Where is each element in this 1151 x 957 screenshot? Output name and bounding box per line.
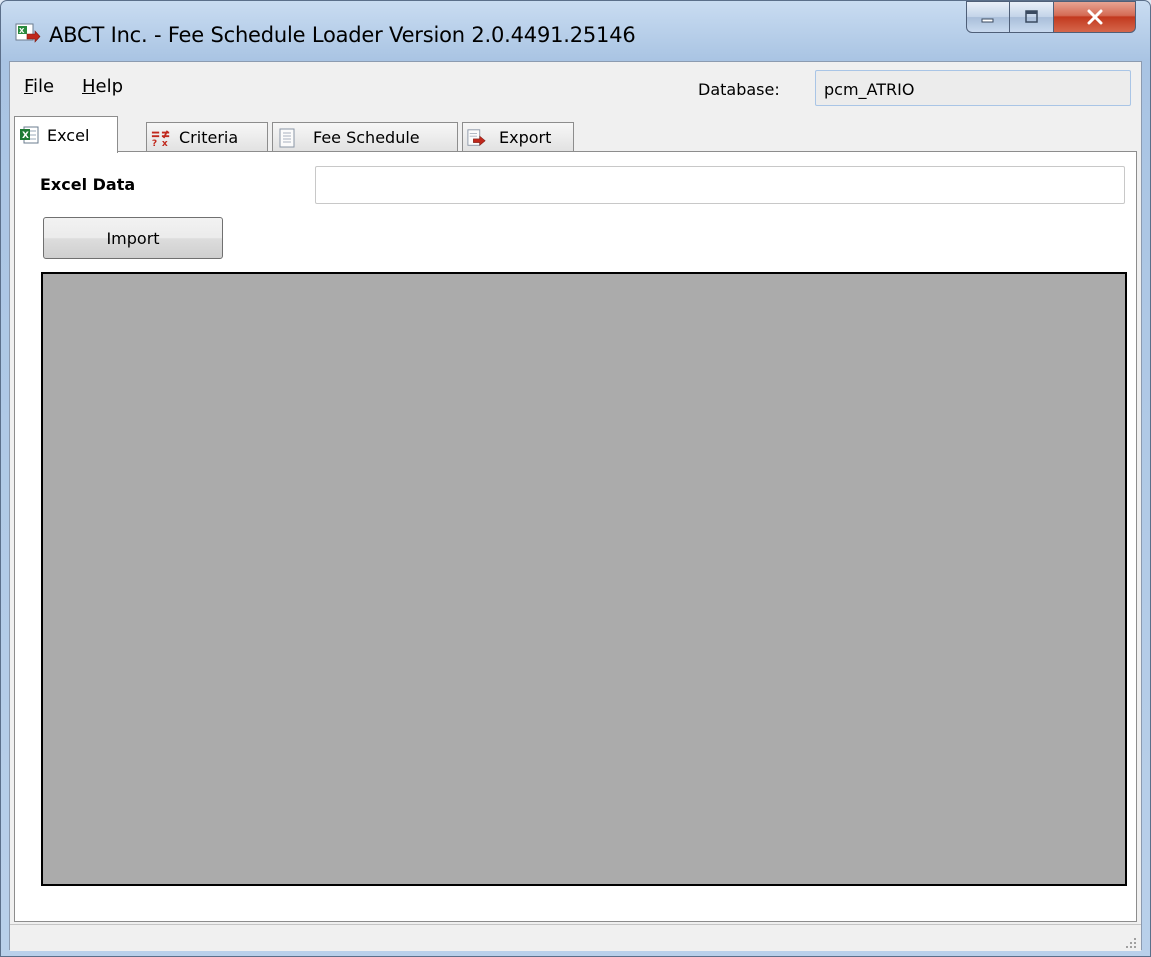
import-button[interactable]: Import <box>43 217 223 259</box>
tab-export-label: Export <box>499 128 552 147</box>
criteria-icon: ? x <box>151 128 171 148</box>
tab-criteria-label: Criteria <box>179 128 239 147</box>
app-window: X ABCT Inc. - Fee Schedule Loader Versio… <box>0 0 1151 957</box>
menu-bar: File Help Database: pcm_ATRIO <box>10 62 1141 108</box>
menu-file-label: ile <box>33 76 55 97</box>
excel-icon: X <box>19 125 39 145</box>
menu-help-accel: H <box>82 76 96 97</box>
status-bar <box>10 924 1141 951</box>
title-bar[interactable]: X ABCT Inc. - Fee Schedule Loader Versio… <box>1 1 1150 61</box>
tab-excel[interactable]: X Excel <box>14 116 118 153</box>
app-icon[interactable]: X <box>15 22 41 44</box>
minimize-button[interactable] <box>966 1 1010 33</box>
menu-help-label: elp <box>95 76 124 97</box>
tab-excel-label: Excel <box>47 125 90 145</box>
document-icon <box>277 128 297 148</box>
svg-text:X: X <box>22 131 29 141</box>
svg-text:x: x <box>162 139 168 148</box>
database-label: Database: <box>698 80 780 99</box>
client-area: File Help Database: pcm_ATRIO X Excel ? x… <box>9 61 1142 951</box>
excel-data-input[interactable] <box>315 166 1125 204</box>
svg-text:X: X <box>19 27 25 35</box>
resize-grip-icon[interactable] <box>1123 935 1137 949</box>
excel-data-label: Excel Data <box>40 175 136 194</box>
menu-file-accel: F <box>24 76 34 97</box>
close-button[interactable] <box>1054 1 1136 33</box>
maximize-icon <box>1024 10 1038 23</box>
tab-strip: X Excel ? x Criteria Fee Schedule Export <box>10 116 1141 153</box>
menu-help[interactable]: Help <box>82 76 123 97</box>
svg-text:?: ? <box>152 139 157 148</box>
tab-fee-schedule[interactable]: Fee Schedule <box>272 122 458 152</box>
menu-file[interactable]: File <box>24 76 54 97</box>
tab-criteria[interactable]: ? x Criteria <box>146 122 268 152</box>
export-icon <box>467 128 487 148</box>
tab-export[interactable]: Export <box>462 122 574 152</box>
caption-buttons <box>966 1 1136 35</box>
database-field: pcm_ATRIO <box>815 70 1131 106</box>
tab-fee-schedule-label: Fee Schedule <box>313 128 420 147</box>
window-title: ABCT Inc. - Fee Schedule Loader Version … <box>49 23 636 47</box>
minimize-icon <box>981 18 994 23</box>
maximize-button[interactable] <box>1010 1 1054 33</box>
close-icon <box>1087 9 1102 25</box>
data-grid[interactable] <box>41 272 1127 886</box>
